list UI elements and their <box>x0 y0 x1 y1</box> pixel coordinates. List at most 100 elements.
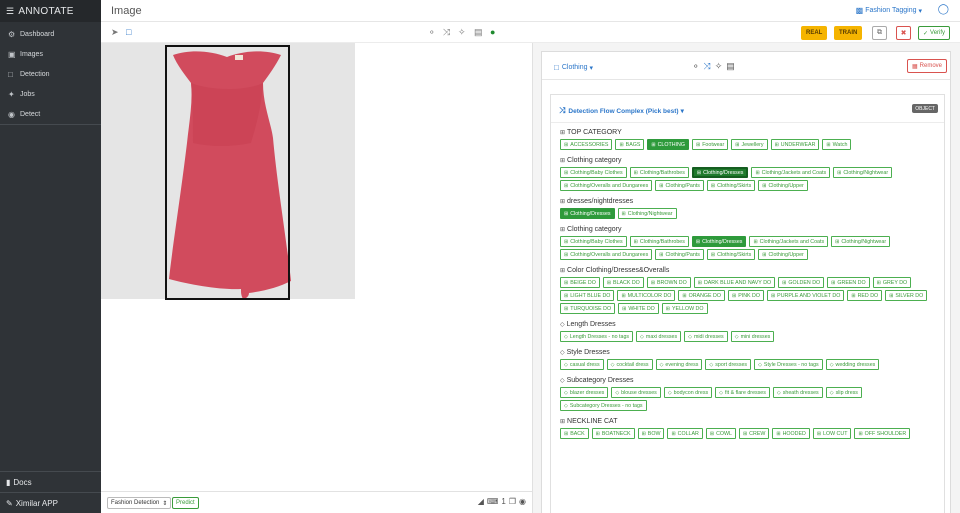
tag-chip[interactable]: ⊞ Clothing/Dresses <box>691 167 749 178</box>
tag-chip[interactable]: ◇ cocktail dress <box>606 359 653 370</box>
tag-icon[interactable]: ⚬ <box>692 61 700 72</box>
tag-chip[interactable]: ⊞ Clothing/Baby Clothes <box>560 167 627 178</box>
tag-chip[interactable]: ⊞ CREW <box>738 428 770 439</box>
tag-chip[interactable]: ⊞ Clothing/Dresses <box>560 208 615 219</box>
document-icon[interactable]: ▤ <box>474 27 483 38</box>
sidebar-item-jobs[interactable]: ✦ Jobs <box>0 84 101 104</box>
eraser-icon[interactable]: ◢ <box>478 497 484 506</box>
tag-chip[interactable]: ⊞ Footwear <box>691 139 729 150</box>
tag-chip[interactable]: ◇ blouse dresses <box>611 387 661 398</box>
tag-chip[interactable]: ⊞ CLOTHING <box>647 139 689 150</box>
tag-chip[interactable]: ⊞ ACCESSORIES <box>560 139 613 150</box>
tag-chip[interactable]: ⊞ HOODED <box>772 428 810 439</box>
sidebar-item-detection[interactable]: □ Detection <box>0 64 101 84</box>
tag-chip[interactable]: ⊞ Watch <box>822 139 852 150</box>
category-dropdown[interactable]: □ Clothing ▾ <box>554 63 593 72</box>
tag-chip[interactable]: ◇ wedding dresses <box>825 359 880 370</box>
tag-chip[interactable]: ◇ sport dresses <box>705 359 752 370</box>
document-icon[interactable]: ▤ <box>726 61 735 72</box>
copy-button[interactable]: ⧉ <box>872 26 887 40</box>
tag-chip[interactable]: ⊞ Clothing/Pants <box>655 249 704 260</box>
brand[interactable]: ☰ ANNOTATE <box>0 0 101 22</box>
tag-chip[interactable]: ◇ bodycon dress <box>663 387 713 398</box>
eye-icon[interactable]: ◉ <box>519 497 526 506</box>
tag-chip[interactable]: ⊞ RED DO <box>847 290 883 301</box>
sidebar-item-detect[interactable]: ◉ Detect <box>0 104 101 124</box>
image-canvas[interactable]: Fashion Detection ⇕ Predict ◢ ⌨ 1 ❐ ◉ <box>101 43 532 513</box>
tag-chip[interactable]: ⊞ LOW CUT <box>812 428 852 439</box>
shuffle-icon[interactable]: ⤨ <box>704 61 711 72</box>
wand-icon[interactable]: ✧ <box>458 27 466 38</box>
remove-button[interactable]: ▦ Remove <box>906 59 947 73</box>
user-icon[interactable]: ◯ <box>938 4 949 15</box>
tag-chip[interactable]: ⊞ Clothing/Bathrobes <box>629 236 689 247</box>
tag-chip[interactable]: ⊞ Clothing/Jackets and Coats <box>749 236 829 247</box>
tag-chip[interactable]: ⊞ Jewellery <box>731 139 768 150</box>
bbox-tool-icon[interactable]: □ <box>126 27 131 37</box>
tag-chip[interactable]: ⊞ LIGHT BLUE DO <box>560 290 615 301</box>
tag-chip[interactable]: ⊞ Clothing/Dresses <box>691 236 747 247</box>
tag-chip[interactable]: ⊞ GREY DO <box>872 277 912 288</box>
tag-chip[interactable]: ⊞ Clothing/Upper <box>758 249 808 260</box>
tag-chip[interactable]: ◇ fit & flare dresses <box>715 387 770 398</box>
tag-chip[interactable]: ⊞ Clothing/Skirts <box>706 180 756 191</box>
verify-button[interactable]: ✓ Verify <box>918 26 951 40</box>
tag-chip[interactable]: ◇ mini dresses <box>730 331 775 342</box>
tag-chip[interactable]: ⊞ Clothing/Jackets and Coats <box>751 167 831 178</box>
tag-chip[interactable]: ⊞ BACK <box>560 428 589 439</box>
train-badge[interactable]: TRAIN <box>834 26 863 40</box>
tag-chip[interactable]: ◇ casual dress <box>560 359 604 370</box>
docs-link[interactable]: ▮ Docs <box>0 471 101 492</box>
tag-chip[interactable]: ⊞ Clothing/Pants <box>655 180 704 191</box>
tag-chip[interactable]: ◇ Length Dresses - no tags <box>560 331 634 342</box>
sidebar-item-images[interactable]: ▣ Images <box>0 44 101 64</box>
tag-chip[interactable]: ⊞ GOLDEN DO <box>778 277 825 288</box>
tag-chip[interactable]: ⊞ Clothing/Nightwear <box>617 208 677 219</box>
tag-chip[interactable]: ⊞ GREEN DO <box>827 277 870 288</box>
tag-chip[interactable]: ⊞ UNDERWEAR <box>770 139 820 150</box>
tag-chip[interactable]: ◇ maxi dresses <box>636 331 682 342</box>
tag-chip[interactable]: ◇ Subcategory Dresses - no tags <box>560 400 647 411</box>
tag-chip[interactable]: ⊞ SILVER DO <box>885 290 928 301</box>
predict-button[interactable]: Predict <box>172 497 199 509</box>
ximilar-app-link[interactable]: ✎ Ximilar APP <box>0 492 101 513</box>
tag-chip[interactable]: ⊞ Clothing/Nightwear <box>833 167 893 178</box>
tag-chip[interactable]: ⊞ Clothing/Overalls and Dungarees <box>560 180 653 191</box>
shuffle-icon[interactable]: ⤨ <box>443 27 450 38</box>
tag-chip[interactable]: ⊞ BLACK DO <box>602 277 644 288</box>
cube-icon[interactable]: ❐ <box>509 497 516 506</box>
model-select[interactable]: Fashion Detection ⇕ <box>107 497 172 509</box>
tag-chip[interactable]: ⊞ PURPLE AND VIOLET DO <box>766 290 845 301</box>
tag-chip[interactable]: ◇ blazer dresses <box>560 387 609 398</box>
tag-chip[interactable]: ⊞ Clothing/Bathrobes <box>629 167 689 178</box>
tag-chip[interactable]: ◇ Style Dresses - no tags <box>754 359 823 370</box>
tag-chip[interactable]: ⊞ YELLOW DO <box>661 303 708 314</box>
tag-chip[interactable]: ⊞ Clothing/Nightwear <box>831 236 891 247</box>
pointer-icon[interactable]: ➤ <box>111 27 119 38</box>
bounding-box[interactable] <box>165 45 290 300</box>
tag-chip[interactable]: ◇ evening dress <box>655 359 703 370</box>
tag-chip[interactable]: ⊞ BOW <box>637 428 665 439</box>
sidebar-item-dashboard[interactable]: ⚙ Dashboard <box>0 24 101 44</box>
tag-chip[interactable]: ⊞ COLLAR <box>667 428 703 439</box>
tag-chip[interactable]: ⊞ Clothing/Baby Clothes <box>560 236 627 247</box>
tag-chip[interactable]: ◇ midi dresses <box>684 331 728 342</box>
tag-chip[interactable]: ⊞ MULTICOLOR DO <box>617 290 676 301</box>
tag-chip[interactable]: ⊞ OFF SHOULDER <box>854 428 911 439</box>
tag-icon[interactable]: ⚬ <box>428 27 436 38</box>
tag-chip[interactable]: ⊞ TURQUOISE DO <box>560 303 616 314</box>
real-badge[interactable]: REAL <box>801 26 828 40</box>
tag-chip[interactable]: ◇ slip dress <box>825 387 862 398</box>
tag-chip[interactable]: ⊞ PINK DO <box>727 290 764 301</box>
tag-chip[interactable]: ⊞ BOATNECK <box>591 428 635 439</box>
tag-chip[interactable]: ⊞ DARK BLUE AND NAVY DO <box>693 277 776 288</box>
tag-chip[interactable]: ⊞ COWL <box>705 428 736 439</box>
tag-chip[interactable]: ⊞ BAGS <box>615 139 645 150</box>
tag-chip[interactable]: ⊞ BEIGE DO <box>560 277 600 288</box>
tag-chip[interactable]: ⊞ ORANGE DO <box>678 290 725 301</box>
keyboard-icon[interactable]: ⌨ <box>487 497 499 506</box>
tag-chip[interactable]: ⊞ Clothing/Skirts <box>706 249 756 260</box>
tag-chip[interactable]: ◇ sheath dresses <box>772 387 823 398</box>
tag-chip[interactable]: ⊞ WHITE DO <box>618 303 659 314</box>
flow-dropdown[interactable]: ⤨ Detection Flow Complex (Pick best) ▾ <box>559 106 684 116</box>
